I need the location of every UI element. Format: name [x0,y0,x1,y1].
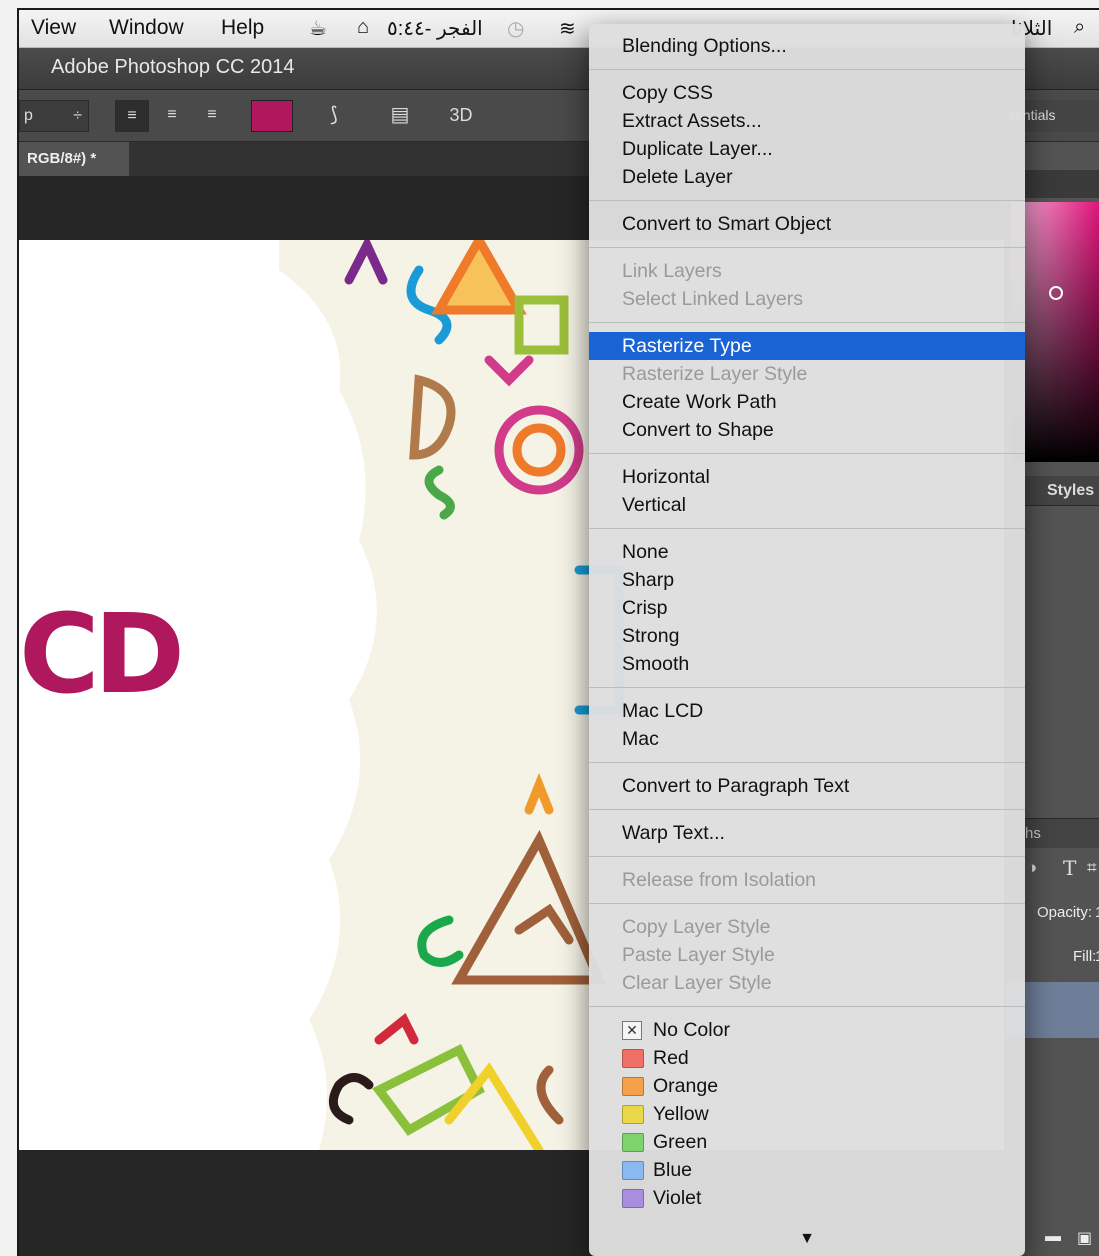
menu-item-none[interactable]: None [589,538,1025,566]
fill-value[interactable]: 1 [1095,948,1099,965]
wifi-icon[interactable]: ≋ [559,16,576,41]
color-swatch-icon [622,1105,644,1124]
menu-item-color-yellow[interactable]: Yellow [589,1100,1025,1128]
color-swatch-icon [622,1077,644,1096]
menu-item-sharp[interactable]: Sharp [589,566,1025,594]
filter-type-icon[interactable]: T [1063,856,1076,880]
menu-item-convert-to-smart-object[interactable]: Convert to Smart Object [589,210,1025,238]
menu-item-warp-text[interactable]: Warp Text... [589,819,1025,847]
align-center-button[interactable]: ≡ [155,100,189,132]
select-arrows-icon: ÷ [73,107,82,124]
align-left-button[interactable]: ≡ [115,100,149,132]
mosque-icon: ⌂ [357,16,370,38]
menu-view[interactable]: View [31,16,76,40]
color-picker-cursor[interactable] [1049,286,1063,300]
color-label: Violet [653,1187,702,1209]
menu-separator [589,809,1025,810]
menu-item-select-linked-layers: Select Linked Layers [622,288,804,310]
layer-context-menu: Blending Options... Copy CSS Extract Asset… [589,24,1025,1256]
filter-smart-icon[interactable]: ⌗ [1087,858,1097,878]
menu-separator [589,528,1025,529]
color-swatch-icon [622,1049,644,1068]
warp-text-icon[interactable]: ⟆ [317,100,351,132]
menu-separator [589,322,1025,323]
coffee-icon[interactable]: ☕ [309,16,327,41]
menu-item-create-work-path[interactable]: Create Work Path [589,388,1025,416]
app-title: Adobe Photoshop CC 2014 [51,56,295,78]
align-right-button[interactable]: ≡ [195,100,229,132]
menu-item-extract-assets[interactable]: Extract Assets... [589,107,1025,135]
menu-item-duplicate-layer[interactable]: Duplicate Layer... [589,135,1025,163]
color-swatch-icon [622,1189,644,1208]
spotlight-search-icon[interactable]: ⌕ [1074,16,1085,39]
menu-item-blending-options[interactable]: Blending Options... [589,32,1025,60]
color-label: Red [653,1047,689,1069]
menu-item-color-violet[interactable]: Violet [589,1184,1025,1212]
opacity-value[interactable]: 1 [1095,904,1099,921]
menu-item-smooth[interactable]: Smooth [589,650,1025,678]
color-label: No Color [653,1019,730,1041]
menu-item-link-layers: Link Layers [622,260,722,282]
menu-item-color-orange[interactable]: Orange [589,1072,1025,1100]
menu-item-color-blue[interactable]: Blue [589,1156,1025,1184]
color-label: Green [653,1131,708,1153]
scroll-down-arrow-icon[interactable]: ▼ [589,1230,1025,1248]
photoshop-window: View Window Help ☕ ⌂ الفجر -٥:٤٤ ◷ ≋ الث… [17,8,1099,1256]
fill-label: Fill: [1073,948,1097,965]
menu-item-convert-to-shape[interactable]: Convert to Shape [589,416,1025,444]
menu-item-copy-layer-style: Copy Layer Style [622,916,771,938]
prayer-time[interactable]: الفجر -٥:٤٤ [387,16,483,41]
color-swatch-icon [622,1161,644,1180]
menu-item-delete-layer[interactable]: Delete Layer [589,163,1025,191]
menu-separator [589,687,1025,688]
menu-item-vertical[interactable]: Vertical [589,491,1025,519]
menu-item-mac[interactable]: Mac [589,725,1025,753]
menu-item-rasterize-type[interactable]: Rasterize Type [589,332,1025,360]
tab-styles[interactable]: Styles [1047,482,1094,500]
menu-item-release-from-isolation: Release from Isolation [622,869,817,891]
menu-item-rasterize-layer-style: Rasterize Layer Style [622,363,808,385]
menu-separator [589,69,1025,70]
text-color-swatch[interactable] [251,100,293,132]
menu-item-crisp[interactable]: Crisp [589,594,1025,622]
menu-separator [589,856,1025,857]
tab-paths[interactable]: hs [1025,825,1041,842]
menu-window[interactable]: Window [109,16,184,40]
no-color-check-icon: ✕ [622,1021,642,1040]
color-label: Blue [653,1159,693,1181]
new-group-icon[interactable]: ▬ [1045,1228,1061,1246]
menu-item-strong[interactable]: Strong [589,622,1025,650]
menu-item-color-green[interactable]: Green [589,1128,1025,1156]
canvas-text-layer[interactable]: CD [19,590,185,718]
menu-separator [589,247,1025,248]
color-swatch-icon [622,1133,644,1152]
menu-separator [589,762,1025,763]
filter-shape-icon[interactable]: ◑ [1027,858,1037,878]
font-field-value: p [24,107,33,124]
font-family-select[interactable]: p ÷ [19,100,89,132]
character-panel-icon[interactable]: ▤ [383,100,417,132]
menu-item-color-no-color[interactable]: ✕ No Color [589,1016,1025,1044]
menu-separator [589,453,1025,454]
menu-separator [589,1006,1025,1007]
menu-item-horizontal[interactable]: Horizontal [589,463,1025,491]
document-tab[interactable]: RGB/8#) * [19,142,129,176]
opacity-label: Opacity: [1037,904,1093,921]
three-d-button[interactable]: 3D [439,100,483,132]
menu-item-paste-layer-style: Paste Layer Style [622,944,775,966]
time-machine-icon[interactable]: ◷ [507,16,524,41]
menu-item-color-red[interactable]: Red [589,1044,1025,1072]
menu-separator [589,903,1025,904]
menu-item-convert-to-paragraph-text[interactable]: Convert to Paragraph Text [589,772,1025,800]
menu-item-copy-css[interactable]: Copy CSS [589,79,1025,107]
new-layer-icon[interactable]: ▣ [1077,1228,1092,1248]
menu-item-mac-lcd[interactable]: Mac LCD [589,697,1025,725]
color-label: Orange [653,1075,719,1097]
menu-help[interactable]: Help [221,16,264,40]
context-menu-items: Blending Options... Copy CSS Extract Asset… [589,32,1025,1212]
color-label: Yellow [653,1103,709,1125]
menu-item-clear-layer-style: Clear Layer Style [622,972,772,994]
menu-separator [589,200,1025,201]
